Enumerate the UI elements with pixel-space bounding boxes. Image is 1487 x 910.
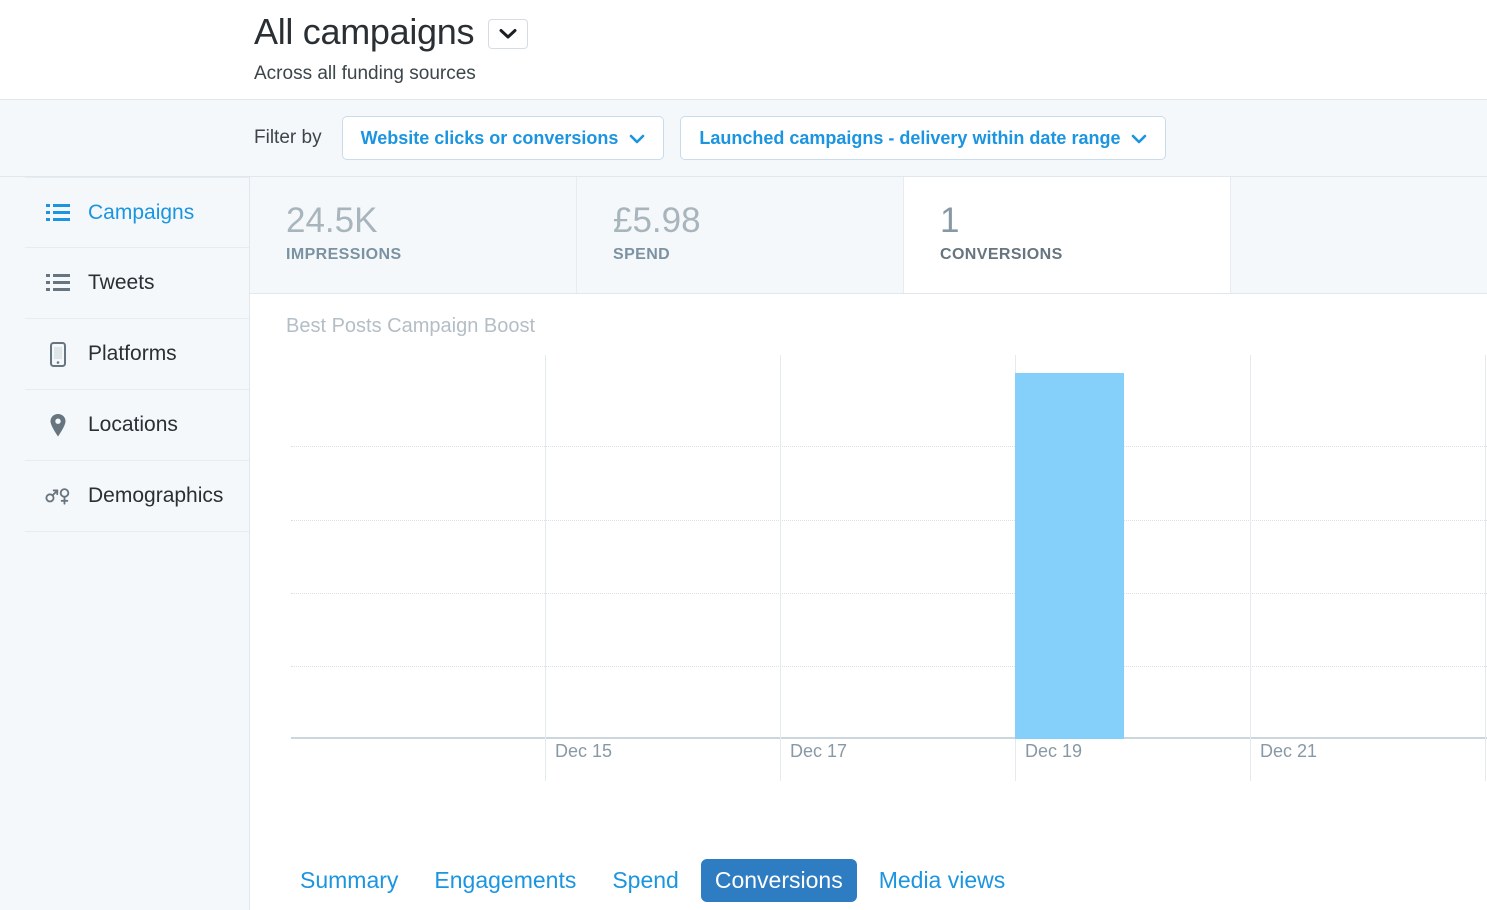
chart-gridline-horizontal bbox=[291, 592, 1487, 594]
chart-title: Best Posts Campaign Boost bbox=[286, 315, 536, 337]
chart-bar[interactable] bbox=[1015, 373, 1124, 739]
main-content: 24.5K IMPRESSIONS £5.98 SPEND 1 CONVERSI… bbox=[250, 177, 1487, 910]
sidebar-item-label: Campaigns bbox=[88, 200, 195, 224]
sidebar-item-locations[interactable]: Locations bbox=[25, 390, 249, 461]
tab-conversions[interactable]: Conversions bbox=[700, 859, 857, 902]
filter-status-label: Launched campaigns - delivery within dat… bbox=[699, 127, 1121, 148]
sidebar-item-label: Demographics bbox=[88, 484, 224, 507]
stats-filler bbox=[1231, 177, 1487, 293]
sidebar-item-label: Locations bbox=[88, 413, 178, 436]
chart-gridline-horizontal bbox=[291, 665, 1487, 667]
chart-gridline-vertical bbox=[545, 355, 546, 739]
stats-strip: 24.5K IMPRESSIONS £5.98 SPEND 1 CONVERSI… bbox=[250, 177, 1487, 294]
stat-value: 24.5K bbox=[286, 201, 378, 240]
stat-label: IMPRESSIONS bbox=[286, 246, 402, 263]
chart-x-tick-label: Dec 17 bbox=[790, 741, 848, 761]
chart-tick-mark bbox=[545, 739, 546, 781]
chart-gridline-horizontal bbox=[291, 519, 1487, 521]
chart-tick-mark bbox=[780, 739, 781, 781]
chart-x-tick-label: Dec 15 bbox=[555, 741, 613, 761]
page-header: All campaigns Across all funding sources bbox=[0, 0, 1487, 100]
list-icon bbox=[45, 200, 71, 226]
filter-objective-label: Website clicks or conversions bbox=[360, 127, 619, 148]
stat-label: CONVERSIONS bbox=[940, 246, 1063, 263]
page-body: Campaigns Tweets Platforms Locations Dem… bbox=[0, 177, 1487, 910]
mobile-phone-icon bbox=[45, 341, 71, 367]
stat-card-impressions[interactable]: 24.5K IMPRESSIONS bbox=[250, 177, 577, 293]
sidebar-item-label: Platforms bbox=[88, 342, 177, 365]
campaign-selector-dropdown-button[interactable] bbox=[488, 19, 529, 49]
chart-x-axis: Dec 15Dec 17Dec 19Dec 21Dec 23De bbox=[291, 739, 1487, 781]
filter-bar: Filter by Website clicks or conversions … bbox=[0, 100, 1487, 177]
chevron-down-icon bbox=[1131, 128, 1147, 149]
chart-tick-mark bbox=[1250, 739, 1251, 781]
sidebar-item-tweets[interactable]: Tweets bbox=[25, 248, 249, 319]
chart-x-tick-label: Dec 19 bbox=[1025, 741, 1083, 761]
sidebar-item-campaigns[interactable]: Campaigns bbox=[25, 177, 249, 248]
page-subtitle: Across all funding sources bbox=[254, 63, 476, 84]
sidebar-item-label: Tweets bbox=[88, 271, 155, 294]
tab-summary[interactable]: Summary bbox=[286, 859, 412, 902]
chevron-down-icon bbox=[499, 28, 517, 40]
chart-tick-mark bbox=[1485, 739, 1486, 781]
gender-icon bbox=[45, 483, 71, 509]
chart-card: Best Posts Campaign Boost Dec 15 Dec 17 De… bbox=[250, 294, 1487, 910]
tab-spend[interactable]: Spend bbox=[598, 859, 693, 902]
chart-baseline-axis bbox=[291, 737, 1487, 739]
list-icon bbox=[45, 270, 71, 296]
metric-tab-bar: Summary Engagements Spend Conversions Me… bbox=[286, 859, 1019, 902]
chart-gridline-horizontal bbox=[291, 446, 1487, 448]
tab-engagements[interactable]: Engagements bbox=[420, 859, 590, 902]
chart-gridline-vertical bbox=[780, 355, 781, 739]
chart-gridline-vertical bbox=[1485, 355, 1486, 739]
sidebar-item-demographics[interactable]: Demographics bbox=[25, 461, 249, 532]
chart-tick-mark bbox=[1015, 739, 1016, 781]
filter-by-label: Filter by bbox=[254, 127, 322, 148]
stat-value: £5.98 bbox=[613, 201, 701, 240]
chart-gridline-vertical bbox=[1250, 355, 1251, 739]
chevron-down-icon bbox=[629, 128, 645, 149]
stat-card-spend[interactable]: £5.98 SPEND bbox=[577, 177, 904, 293]
stat-label: SPEND bbox=[613, 246, 671, 263]
stat-value: 1 bbox=[940, 201, 960, 240]
filter-status-dropdown[interactable]: Launched campaigns - delivery within dat… bbox=[680, 116, 1167, 160]
sidebar-nav: Campaigns Tweets Platforms Locations Dem… bbox=[0, 177, 250, 910]
page-title: All campaigns bbox=[254, 11, 475, 52]
chart-x-tick-label: Dec 21 bbox=[1260, 741, 1318, 761]
sidebar-item-platforms[interactable]: Platforms bbox=[25, 319, 249, 390]
filter-objective-dropdown[interactable]: Website clicks or conversions bbox=[341, 116, 665, 160]
tab-media-views[interactable]: Media views bbox=[865, 859, 1020, 902]
map-pin-icon bbox=[45, 412, 71, 438]
stat-card-conversions[interactable]: 1 CONVERSIONS bbox=[904, 177, 1231, 293]
chart-plot-area bbox=[291, 355, 1487, 739]
title-row: All campaigns bbox=[254, 10, 529, 54]
